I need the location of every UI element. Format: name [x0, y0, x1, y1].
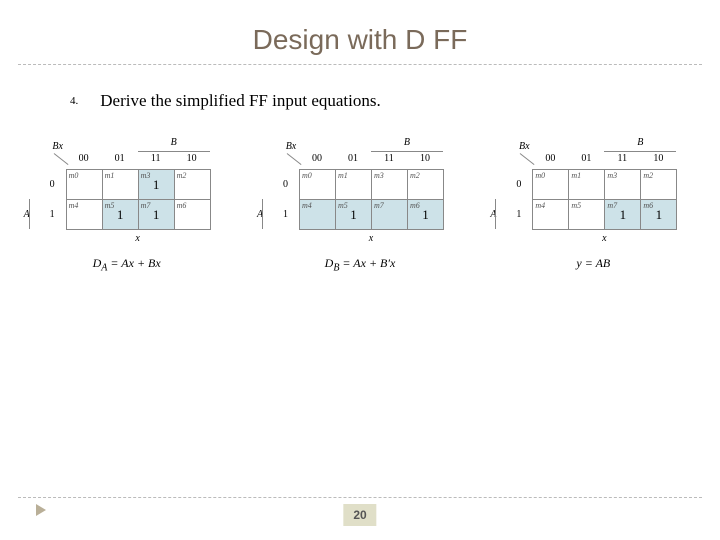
kmap-cell: m1	[335, 170, 371, 200]
bottom-var-brace: x	[335, 233, 407, 244]
kmap-cell: m1	[569, 170, 605, 200]
page-number: 20	[343, 504, 376, 526]
kmap-0: BxBA0001111001xm0m1m31m2m4m51m71m6DA = A…	[10, 169, 243, 273]
kmap-equation: DA = Ax + Bx	[10, 256, 243, 273]
kmap-cell: m0	[533, 170, 569, 200]
kmap-cell: m71	[138, 200, 174, 230]
step-text: Derive the simplified FF input equations…	[100, 91, 380, 110]
col-headers: 00011110	[66, 153, 210, 164]
kmap-cell: m7	[371, 200, 407, 230]
slide-title: Design with D FF	[0, 0, 720, 56]
kmap-cell: m61	[641, 200, 677, 230]
kmap-cell: m1	[102, 170, 138, 200]
kmap-2: BxBA0001111001xm0m1m3m2m4m5m71m61y = AB	[477, 169, 710, 273]
kmap-cell: m71	[605, 200, 641, 230]
col-headers: 00011110	[532, 153, 676, 164]
row-headers: 01	[283, 169, 288, 229]
kmap-cell: m31	[138, 170, 174, 200]
kmap-equation: DB = Ax + B′x	[243, 256, 476, 273]
corner-label: Bx	[48, 141, 68, 155]
kmap-table: m0m1m3m2 m4m51m7m61	[299, 169, 444, 230]
bottom-var-brace: x	[102, 233, 174, 244]
kmap-cell: m4	[66, 200, 102, 230]
kmap-table: m0m1m3m2 m4m5m71m61	[532, 169, 677, 230]
kmap-cell: m61	[407, 200, 443, 230]
kmap-row: BxBA0001111001xm0m1m31m2m4m51m71m6DA = A…	[0, 169, 720, 273]
kmap-1: BxBA0001111001xm0m1m3m2m4m51m7m61DB = Ax…	[243, 169, 476, 273]
corner-label: Bx	[281, 141, 301, 155]
kmap-cell: m3	[605, 170, 641, 200]
corner-label: Bx	[514, 141, 534, 155]
kmap-equation: y = AB	[477, 256, 710, 271]
footer-bullet-icon	[36, 504, 46, 516]
top-var-brace: B	[371, 137, 443, 148]
kmap-cell: m0	[66, 170, 102, 200]
top-var-brace: B	[138, 137, 210, 148]
kmap-cell: m4	[533, 200, 569, 230]
row-headers: 01	[50, 169, 55, 229]
left-var-brace: A	[490, 199, 502, 229]
divider-bottom	[18, 497, 702, 498]
kmap-table: m0m1m31m2 m4m51m71m6	[66, 169, 211, 230]
kmap-cell: m51	[335, 200, 371, 230]
kmap-cell: m6	[174, 200, 210, 230]
left-var-brace: A	[257, 199, 269, 229]
kmap-cell: m51	[102, 200, 138, 230]
step-line: 4. Derive the simplified FF input equati…	[70, 91, 720, 111]
kmap-cell: m5	[569, 200, 605, 230]
top-var-brace: B	[604, 137, 676, 148]
bottom-var-brace: x	[568, 233, 640, 244]
kmap-cell: m2	[174, 170, 210, 200]
divider-top	[18, 64, 702, 65]
kmap-cell: m4	[299, 200, 335, 230]
left-var-brace: A	[24, 199, 36, 229]
step-number: 4.	[70, 91, 96, 107]
kmap-cell: m0	[299, 170, 335, 200]
kmap-cell: m2	[407, 170, 443, 200]
kmap-cell: m2	[641, 170, 677, 200]
col-headers: 00011110	[299, 153, 443, 164]
kmap-cell: m3	[371, 170, 407, 200]
row-headers: 01	[516, 169, 521, 229]
